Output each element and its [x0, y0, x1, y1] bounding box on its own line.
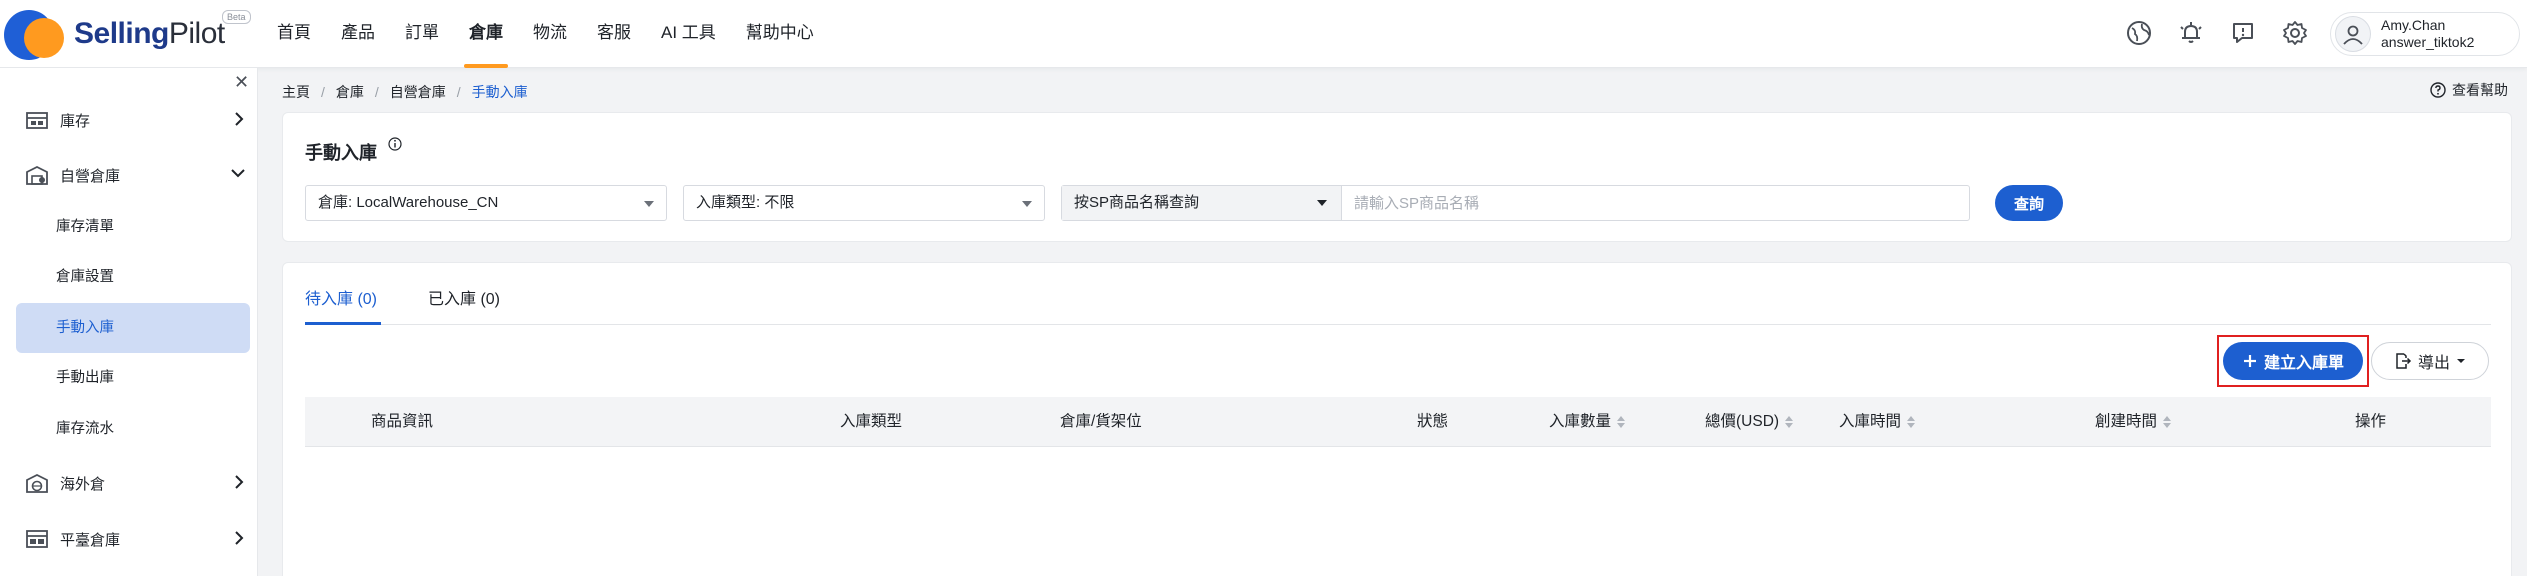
brand-logo[interactable]: SellingPilot — [4, 6, 225, 62]
sidebar-group-overseas-warehouse[interactable]: 海外倉 — [0, 463, 258, 503]
sidebar-group-self-warehouse[interactable]: 自營倉庫 — [0, 155, 258, 195]
beta-badge: Beta — [222, 10, 251, 24]
sidebar-group-platform-warehouse[interactable]: 平臺倉庫 — [0, 519, 258, 559]
platform-warehouse-icon — [26, 528, 48, 550]
close-sidebar-icon[interactable]: ✕ — [234, 72, 249, 93]
chevron-down-icon — [230, 166, 246, 184]
sort-icon[interactable] — [1785, 416, 1794, 428]
status-tabs: 待入庫 (0) 已入庫 (0) — [305, 263, 2491, 325]
export-button[interactable]: 導出 — [2371, 342, 2489, 380]
breadcrumb: 主頁 / 倉庫 / 自營倉庫 / 手動入庫 — [282, 82, 528, 102]
column-product-info: 商品資訊 — [371, 413, 434, 430]
export-label: 導出 — [2417, 355, 2450, 372]
column-inbound-type: 入庫類型 — [840, 413, 903, 430]
nav-products[interactable]: 產品 — [326, 0, 390, 68]
breadcrumb-warehouse[interactable]: 倉庫 — [336, 82, 364, 102]
sort-icon[interactable] — [1907, 416, 1916, 428]
column-status: 狀態 — [1417, 413, 1449, 430]
column-actions: 操作 — [2355, 413, 2387, 430]
warehouse-select[interactable]: 倉庫: LocalWarehouse_CN — [305, 185, 667, 221]
inbound-type-select-value: 入庫類型: 不限 — [696, 194, 795, 211]
nav-home[interactable]: 首頁 — [262, 0, 326, 68]
list-panel: 待入庫 (0) 已入庫 (0) 建立入庫單 導出 商品資訊 入庫類型 倉庫/貨架… — [282, 262, 2512, 576]
avatar — [2335, 16, 2371, 52]
caret-down-icon — [1022, 201, 1032, 207]
breadcrumb-home[interactable]: 主頁 — [282, 82, 310, 102]
chevron-right-icon — [232, 530, 246, 550]
sidebar-group-label: 平臺倉庫 — [60, 531, 121, 549]
user-name: Amy.Chan — [2381, 17, 2446, 33]
search-mode-value: 按SP商品名稱查詢 — [1074, 194, 1200, 211]
sort-icon[interactable] — [1617, 416, 1626, 428]
logo-mark-icon — [4, 6, 68, 62]
plus-icon — [2243, 355, 2256, 367]
top-bar: SellingPilot Beta 首頁 產品 訂單 倉庫 物流 客服 AI 工… — [0, 0, 2527, 68]
caret-down-icon — [2457, 359, 2465, 363]
search-button[interactable]: 查詢 — [1995, 185, 2063, 221]
message-icon[interactable] — [2226, 16, 2260, 50]
sort-icon[interactable] — [2163, 416, 2172, 428]
top-icon-group — [2122, 16, 2312, 50]
column-created-time[interactable]: 創建時間 — [2095, 397, 2172, 447]
search-input[interactable] — [1342, 186, 1969, 220]
create-button-highlight: 建立入庫單 — [2217, 335, 2369, 387]
inbound-type-select[interactable]: 入庫類型: 不限 — [683, 185, 1045, 221]
create-inbound-label: 建立入庫單 — [2263, 355, 2344, 372]
user-menu[interactable]: Amy.Chan answer_tiktok2 — [2330, 12, 2520, 56]
sidebar-group-label: 庫存 — [60, 112, 91, 130]
filter-panel: 手動入庫 倉庫: LocalWarehouse_CN 入庫類型: 不限 按SP商… — [282, 112, 2512, 242]
column-inbound-quantity[interactable]: 入庫數量 — [1549, 397, 1626, 447]
nav-orders[interactable]: 訂單 — [390, 0, 454, 68]
bell-icon[interactable] — [2174, 16, 2208, 50]
tab-completed-inbound[interactable]: 已入庫 (0) — [428, 285, 500, 325]
sidebar-group-label: 自營倉庫 — [60, 167, 121, 185]
sidebar-item-inventory-list[interactable]: 庫存清單 — [16, 202, 250, 252]
help-link[interactable]: 查看幫助 — [2430, 80, 2508, 100]
inventory-icon — [26, 109, 48, 131]
table-header: 商品資訊 入庫類型 倉庫/貨架位 狀態 入庫數量 總價(USD) 入庫時間 創建… — [305, 397, 2491, 447]
nav-ai-tools[interactable]: AI 工具 — [646, 0, 731, 68]
help-icon — [2430, 82, 2446, 98]
create-inbound-button[interactable]: 建立入庫單 — [2223, 342, 2363, 380]
column-total-price[interactable]: 總價(USD) — [1705, 397, 1794, 447]
export-icon — [2396, 353, 2412, 369]
info-icon[interactable] — [388, 137, 402, 155]
column-inbound-time[interactable]: 入庫時間 — [1839, 397, 1916, 447]
nav-logistics[interactable]: 物流 — [518, 0, 582, 68]
breadcrumb-current: 手動入庫 — [471, 84, 528, 100]
top-nav: 首頁 產品 訂單 倉庫 物流 客服 AI 工具 幫助中心 — [262, 0, 829, 68]
sidebar-group-inventory[interactable]: 庫存 — [0, 100, 258, 140]
caret-down-icon — [1317, 200, 1327, 206]
breadcrumb-self-warehouse[interactable]: 自營倉庫 — [390, 82, 446, 102]
chevron-right-icon — [232, 111, 246, 131]
caret-down-icon — [644, 201, 654, 207]
nav-customer-service[interactable]: 客服 — [582, 0, 646, 68]
nav-warehouse[interactable]: 倉庫 — [454, 0, 518, 68]
user-account: answer_tiktok2 — [2381, 34, 2475, 50]
gear-icon[interactable] — [2278, 16, 2312, 50]
sidebar-item-warehouse-settings[interactable]: 倉庫設置 — [16, 252, 250, 302]
sidebar-item-manual-outbound[interactable]: 手動出庫 — [16, 353, 250, 403]
warehouse-icon — [26, 164, 48, 186]
help-label: 查看幫助 — [2452, 82, 2508, 98]
page-title: 手動入庫 — [305, 143, 377, 163]
search-combo: 按SP商品名稱查詢 — [1061, 185, 1970, 221]
user-info: Amy.Chan answer_tiktok2 — [2381, 17, 2474, 51]
column-warehouse-shelf: 倉庫/貨架位 — [1060, 413, 1142, 430]
warehouse-select-value: 倉庫: LocalWarehouse_CN — [318, 194, 499, 211]
sidebar-group-label: 海外倉 — [60, 475, 106, 493]
nav-help-center[interactable]: 幫助中心 — [731, 0, 829, 68]
sidebar-item-manual-inbound[interactable]: 手動入庫 — [16, 303, 250, 353]
chevron-right-icon — [232, 474, 246, 494]
tab-pending-inbound[interactable]: 待入庫 (0) — [305, 285, 381, 325]
sidebar-item-inventory-flow[interactable]: 庫存流水 — [16, 404, 250, 454]
sidebar: ✕ 庫存 自營倉庫 庫存清單 倉庫設置 手動入庫 手動出庫 庫存流水 海外倉 平… — [0, 68, 258, 576]
brand-name: SellingPilot — [74, 17, 225, 50]
overseas-warehouse-icon — [26, 472, 48, 494]
search-mode-select[interactable]: 按SP商品名稱查詢 — [1062, 186, 1342, 220]
globe-icon[interactable] — [2122, 16, 2156, 50]
